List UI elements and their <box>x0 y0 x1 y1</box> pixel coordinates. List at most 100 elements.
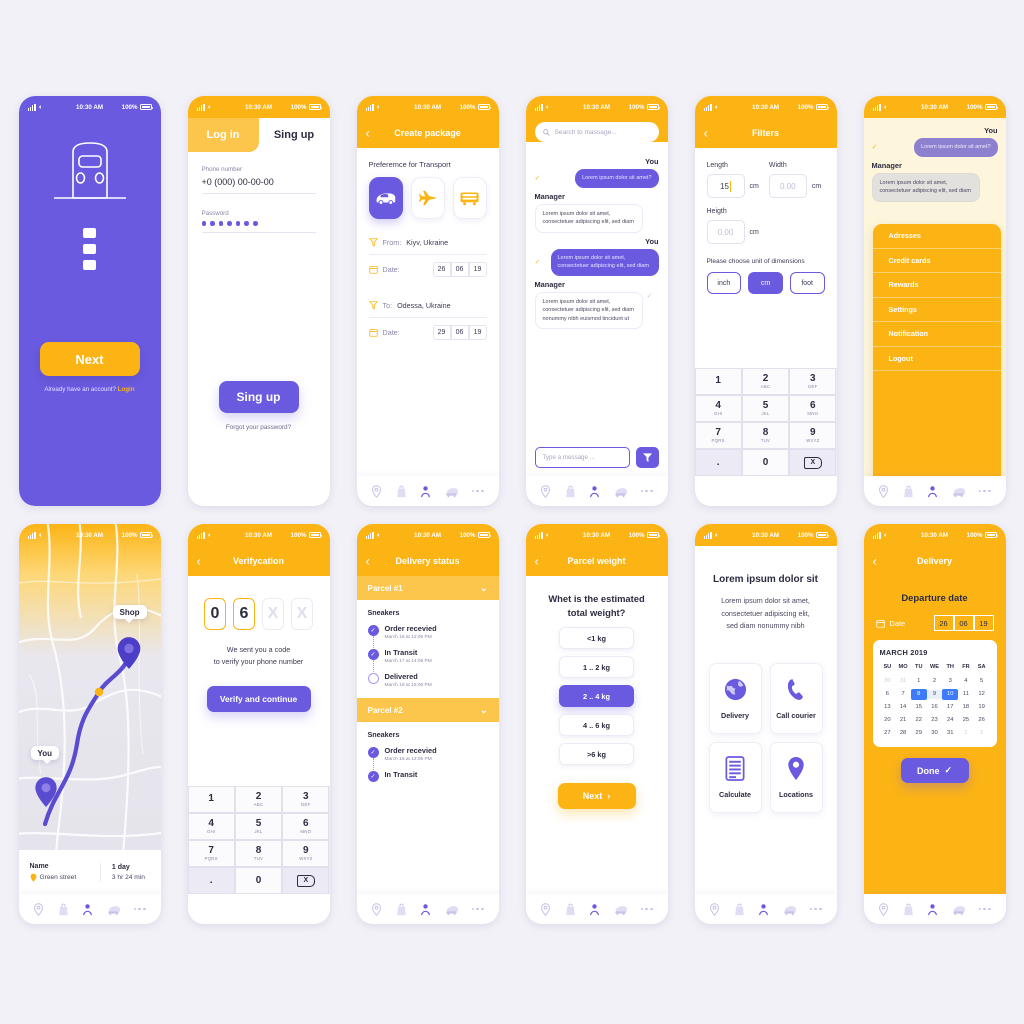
back-icon[interactable]: ‹ <box>704 127 708 140</box>
code-digit-4[interactable]: X <box>291 598 313 630</box>
calendar-day[interactable]: 14 <box>895 703 911 712</box>
menu-item-notification[interactable]: Notification <box>872 322 1001 347</box>
person-icon[interactable] <box>927 485 938 498</box>
location-pin-icon[interactable] <box>878 484 889 498</box>
height-input[interactable]: 0.00 <box>706 220 745 244</box>
person-icon[interactable] <box>927 903 938 916</box>
calendar-day-selected-end[interactable]: 10 <box>942 689 958 700</box>
calendar-day[interactable]: 4 <box>958 677 974 686</box>
key-3[interactable]: 3 DEF <box>789 368 837 395</box>
more-icon[interactable] <box>978 907 991 911</box>
person-icon[interactable] <box>420 903 431 916</box>
key-delete[interactable]: X <box>282 867 330 894</box>
unit-cm-button[interactable]: cm <box>748 272 783 294</box>
key-0[interactable]: 0 <box>234 867 283 894</box>
weight-option-4-6[interactable]: 4 .. 6 kg <box>559 714 634 737</box>
login-link[interactable]: Login <box>118 386 135 393</box>
transport-car[interactable] <box>368 177 403 219</box>
back-icon[interactable]: ‹ <box>197 555 201 568</box>
more-icon[interactable] <box>809 907 822 911</box>
parcel-1-header[interactable]: Parcel #1 ⌄ <box>356 576 499 600</box>
calendar-day[interactable]: 1 <box>911 677 927 686</box>
calendar-day[interactable]: 6 <box>880 690 896 699</box>
menu-item-adresses[interactable]: Adresses <box>872 224 1001 249</box>
more-icon[interactable] <box>640 489 653 493</box>
forgot-password-link[interactable]: Forgot your password? <box>188 424 330 431</box>
calendar-day[interactable]: 28 <box>895 729 911 738</box>
car-icon[interactable] <box>614 903 627 916</box>
next-button[interactable]: Next <box>39 342 140 376</box>
weight-option-lt1[interactable]: <1 kg <box>559 627 634 650</box>
weight-option-2-4[interactable]: 2 .. 4 kg <box>559 685 634 708</box>
calendar-day[interactable]: 31 <box>942 729 958 738</box>
to-row[interactable]: To: Odessa, Ukraine <box>368 294 487 317</box>
calendar-day[interactable]: 2 <box>974 729 990 738</box>
message-bubble-you[interactable]: Lorem ipsum dolor sit amet? <box>575 169 659 188</box>
location-pin-icon[interactable] <box>878 902 889 916</box>
calendar-day[interactable]: 12 <box>974 690 990 699</box>
chevron-down-icon[interactable]: ⌄ <box>480 705 488 716</box>
calendar-day[interactable]: 19 <box>974 703 990 712</box>
date-year[interactable]: 19 <box>973 615 994 631</box>
calendar-day[interactable]: 7 <box>895 690 911 699</box>
key-2[interactable]: 2 ABC <box>741 368 790 395</box>
car-icon[interactable] <box>445 903 458 916</box>
location-pin-icon[interactable] <box>709 902 720 916</box>
shopping-bag-icon[interactable] <box>58 903 69 916</box>
calendar-day[interactable]: 25 <box>958 716 974 725</box>
key-7[interactable]: 7 PQRS <box>187 840 235 867</box>
more-icon[interactable] <box>133 907 146 911</box>
back-icon[interactable]: ‹ <box>366 555 370 568</box>
code-digit-3[interactable]: X <box>262 598 284 630</box>
location-pin-icon[interactable] <box>371 902 382 916</box>
calendar-day[interactable]: 2 <box>927 677 943 686</box>
from-date-box[interactable]: 26 06 19 <box>432 262 487 277</box>
car-icon[interactable] <box>952 485 965 498</box>
key-8[interactable]: 8 TUV <box>234 840 283 867</box>
to-date-month[interactable]: 06 <box>450 325 469 340</box>
key-3[interactable]: 3 DEF <box>282 786 330 813</box>
width-input[interactable]: 0.00 <box>768 174 807 198</box>
calendar-day[interactable]: 21 <box>895 716 911 725</box>
calendar-day[interactable]: 31 <box>895 677 911 686</box>
location-pin-icon[interactable] <box>540 484 551 498</box>
person-icon[interactable] <box>420 485 431 498</box>
person-icon[interactable] <box>758 903 769 916</box>
key-6[interactable]: 6 MNO <box>282 813 330 840</box>
next-button[interactable]: Next › <box>557 783 636 810</box>
shopping-bag-icon[interactable] <box>565 903 576 916</box>
menu-item-logout[interactable]: Logout <box>872 347 1001 371</box>
calendar-day[interactable]: 27 <box>880 729 896 738</box>
date-box[interactable]: 26 06 19 <box>933 615 994 631</box>
calendar-day[interactable]: 29 <box>911 729 927 738</box>
service-card-delivery[interactable]: Delivery <box>708 662 762 734</box>
calendar-day[interactable]: 16 <box>927 703 943 712</box>
menu-item-settings[interactable]: Settings <box>872 298 1001 322</box>
calendar-day[interactable]: 24 <box>942 716 958 725</box>
calendar-day-selected-start[interactable]: 8 <box>910 689 927 700</box>
service-card-locations[interactable]: Locations <box>769 741 823 813</box>
key-2[interactable]: 2 ABC <box>234 786 283 813</box>
location-pin-icon[interactable] <box>371 484 382 498</box>
calendar-day[interactable]: 3 <box>942 677 958 686</box>
map-view[interactable]: Shop You <box>18 524 161 894</box>
calendar-day[interactable]: 23 <box>927 716 943 725</box>
key-dot[interactable]: . <box>694 449 742 476</box>
to-date-row[interactable]: Date: 29 06 19 <box>368 318 487 347</box>
service-card-calculate[interactable]: Calculate <box>708 741 762 813</box>
weight-option-gt6[interactable]: >6 kg <box>559 743 634 766</box>
search-input[interactable]: Search to massage... <box>534 122 659 142</box>
from-date-row[interactable]: Date: 26 06 19 <box>368 255 487 284</box>
calendar-day[interactable]: 20 <box>880 716 896 725</box>
more-icon[interactable] <box>471 489 484 493</box>
calendar-day-in-range[interactable]: 9 <box>926 690 943 699</box>
unit-inch-button[interactable]: inch <box>706 272 742 294</box>
calendar-day[interactable]: 18 <box>958 703 974 712</box>
car-icon[interactable] <box>614 485 627 498</box>
to-date-box[interactable]: 29 06 19 <box>432 325 487 340</box>
car-icon[interactable] <box>107 903 120 916</box>
menu-item-rewards[interactable]: Rewards <box>872 273 1001 298</box>
date-month[interactable]: 06 <box>953 615 974 631</box>
person-icon[interactable] <box>82 903 93 916</box>
calendar-day[interactable]: 30 <box>927 729 943 738</box>
